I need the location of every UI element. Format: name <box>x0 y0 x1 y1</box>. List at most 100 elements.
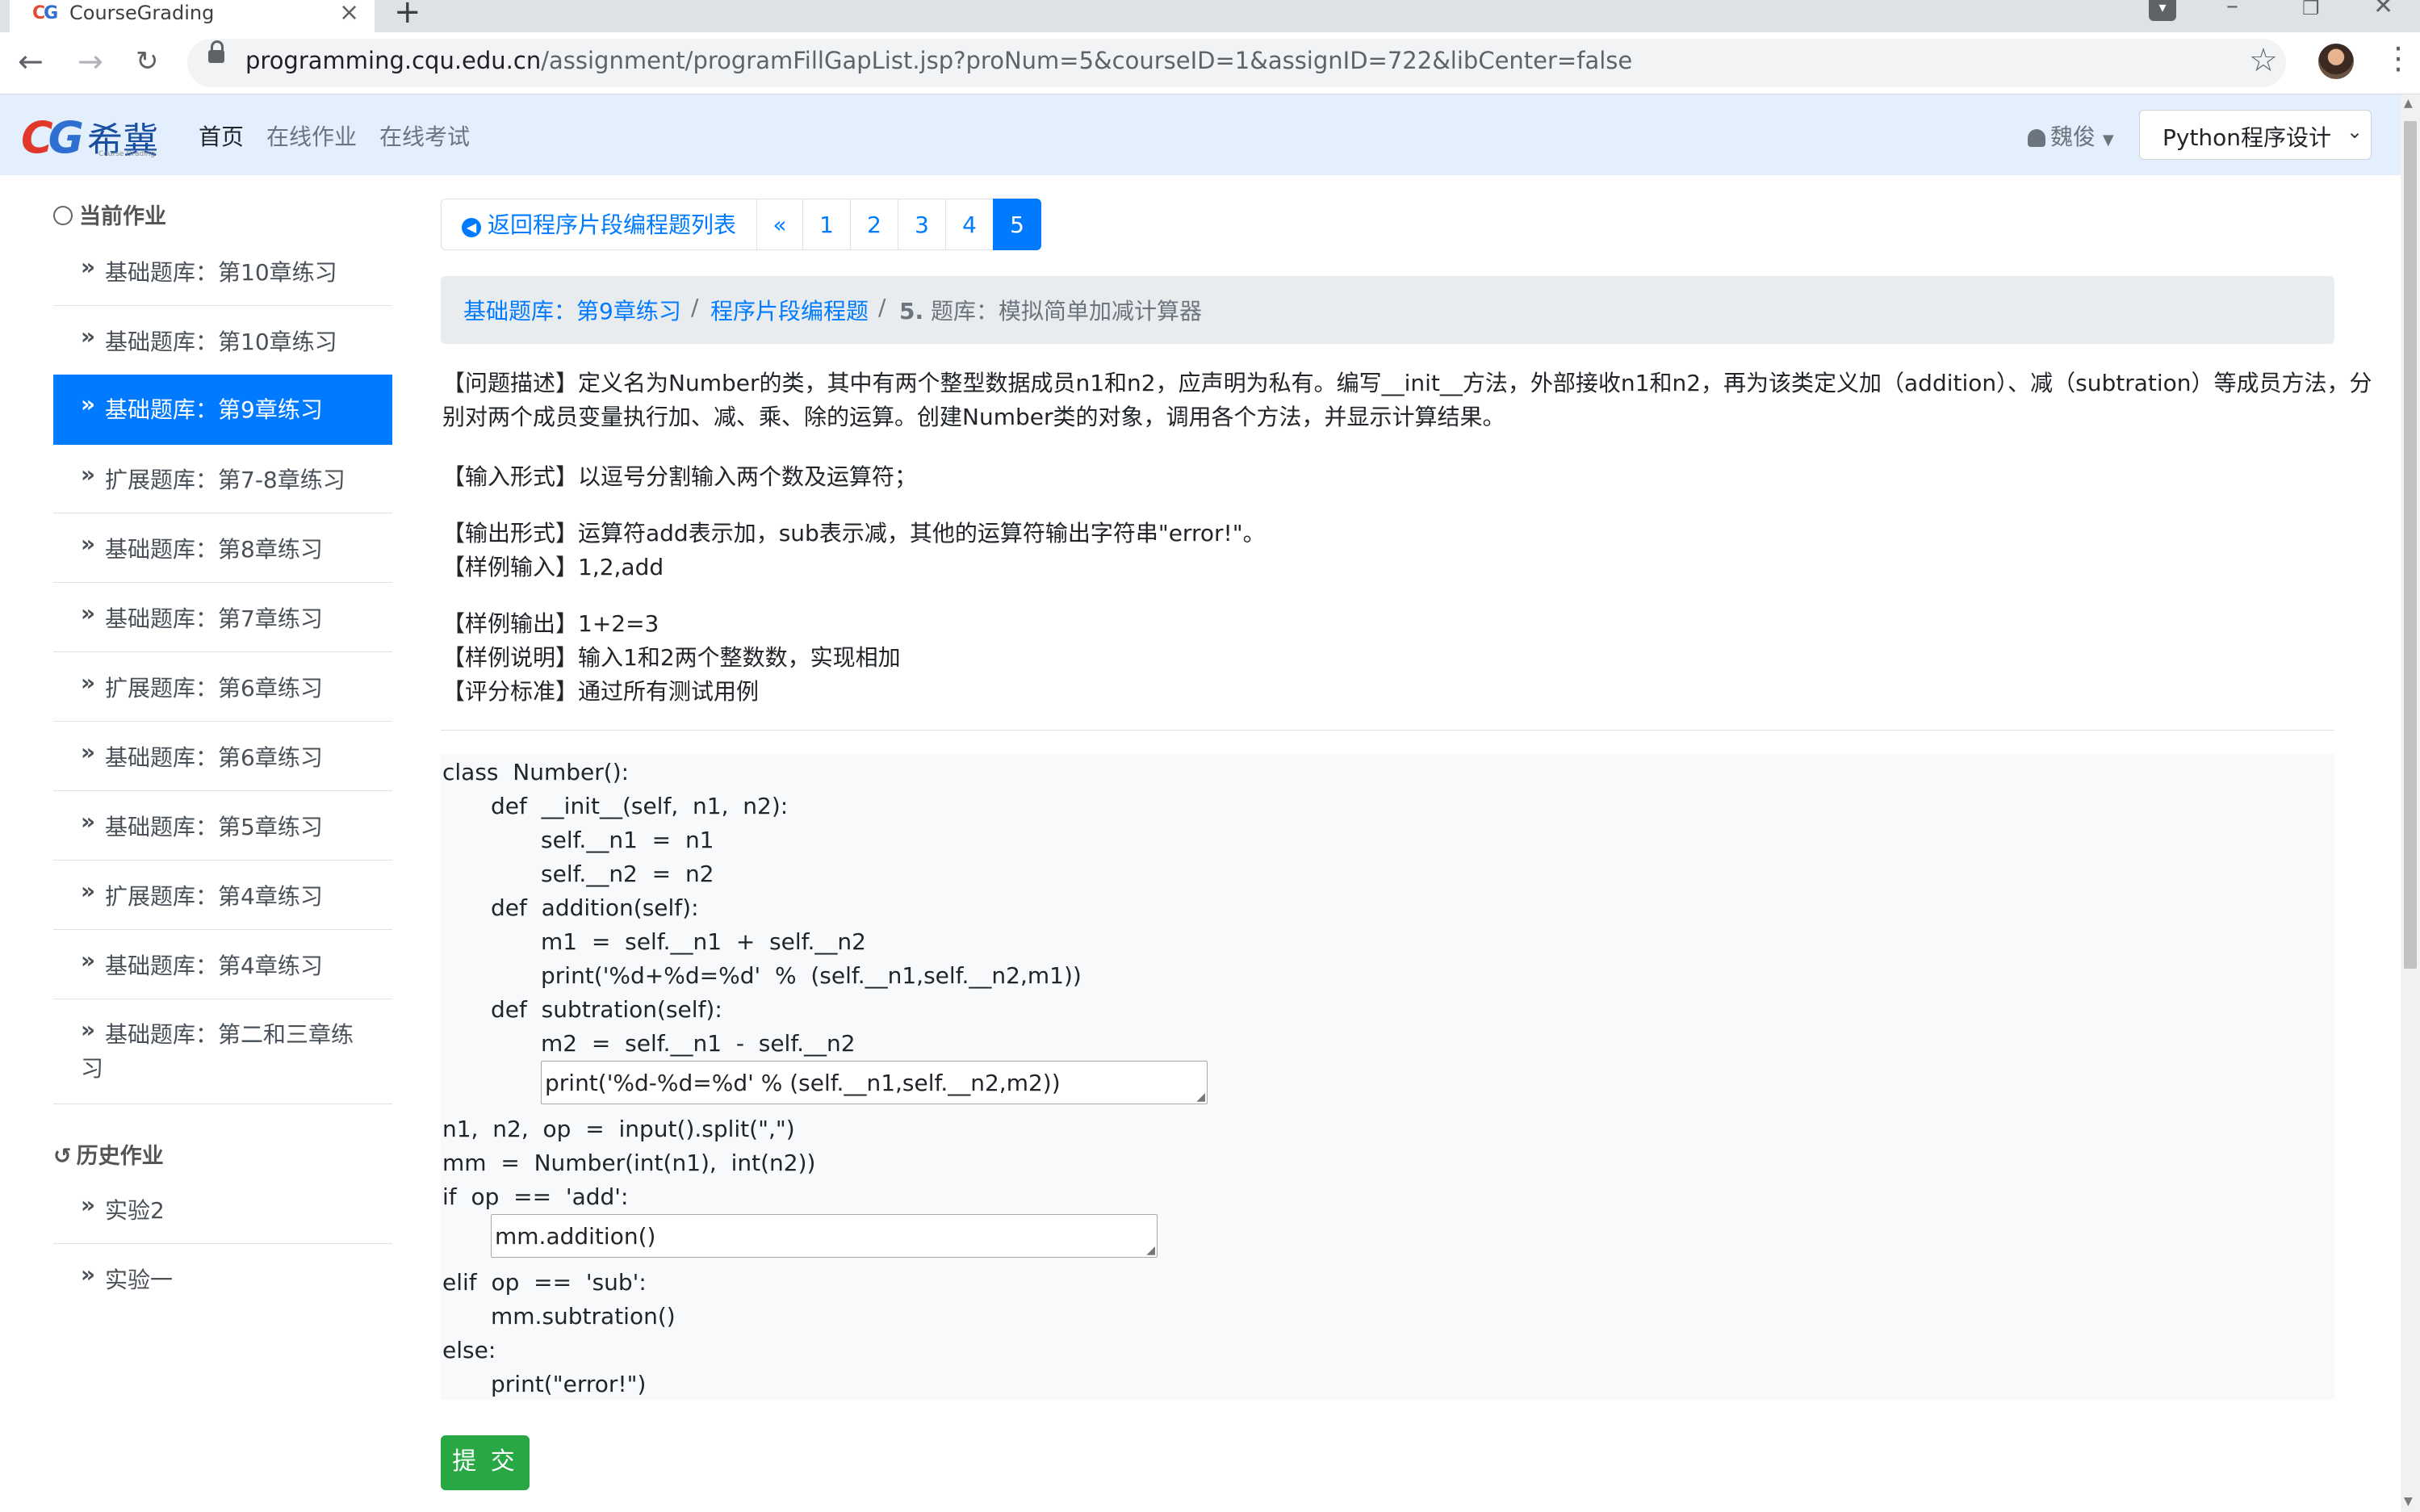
sidebar-item-label: 基础题库：第二和三章练习 <box>81 1021 354 1082</box>
code-line: def __init__(self, n1, n2): <box>491 793 789 819</box>
code-line: print("error!") <box>491 1371 647 1397</box>
sidebar-item[interactable]: » 基础题库：第5章练习 <box>53 792 392 861</box>
sidebar-item-label: 基础题库：第6章练习 <box>105 744 323 771</box>
code-line: def addition(self): <box>491 894 699 921</box>
scroll-up-icon[interactable]: ▲ <box>2404 97 2413 110</box>
url-text[interactable]: programming.cqu.edu.cn/assignment/progra… <box>245 47 1632 74</box>
divider <box>441 730 2334 731</box>
tab-search-icon[interactable]: ▾ <box>2149 0 2176 21</box>
sidebar-history-item[interactable]: » 实验2 <box>53 1175 392 1244</box>
code-line: class Number(): <box>442 759 630 785</box>
problem-description: 【问题描述】定义名为Number的类，其中有两个整型数据成员n1和n2，应声明为… <box>442 370 2372 396</box>
sidebar-item[interactable]: » 基础题库：第7章练习 <box>53 584 392 652</box>
double-chevron-right-icon: » <box>81 669 96 696</box>
sidebar-item-active[interactable]: » 基础题库：第9章练习 <box>53 375 392 445</box>
back-icon[interactable]: ← <box>18 44 44 79</box>
new-tab-button[interactable]: + <box>394 0 421 31</box>
sidebar-item[interactable]: » 基础题库：第10章练习 <box>53 237 392 306</box>
current-heading-label: 当前作业 <box>79 204 166 229</box>
sidebar-item[interactable]: » 基础题库：第4章练习 <box>53 931 392 999</box>
double-chevron-right-icon: » <box>81 1192 96 1218</box>
resize-grip-icon[interactable]: ◢ <box>1146 1245 1155 1256</box>
breadcrumb: 基础题库：第9章练习 / 程序片段编程题 / 5. 题库：模拟简单加减计算器 <box>441 276 2334 344</box>
sidebar-item[interactable]: » 基础题库：第6章练习 <box>53 722 392 791</box>
sidebar-item[interactable]: » 扩展题库：第4章练习 <box>53 861 392 930</box>
code-line: print('%d+%d=%d' % (self.__n1,self.__n2,… <box>541 962 1082 989</box>
nav-home[interactable]: 首页 <box>199 119 244 152</box>
bookmark-star-icon[interactable]: ☆ <box>2249 42 2278 79</box>
window-close-icon[interactable]: ✕ <box>2373 0 2393 20</box>
sidebar-item[interactable]: » 基础题库：第10章练习 <box>53 307 392 375</box>
sidebar-item-label: 基础题库：第4章练习 <box>105 953 323 979</box>
double-chevron-right-icon: » <box>81 739 96 765</box>
sidebar-item[interactable]: » 基础题库：第8章练习 <box>53 514 392 583</box>
page-5-current[interactable]: 5 <box>993 199 1041 250</box>
breadcrumb-section[interactable]: 程序片段编程题 <box>710 294 869 326</box>
course-select[interactable]: Python程序设计 ⌄ <box>2139 110 2372 160</box>
nav-online-exam[interactable]: 在线考试 <box>379 119 470 152</box>
breadcrumb-current-number: 5. <box>899 298 924 325</box>
double-chevron-right-icon: » <box>81 947 96 974</box>
sidebar-item-label: 基础题库：第10章练习 <box>105 259 337 286</box>
fill-gap-value: mm.addition() <box>495 1223 656 1250</box>
breadcrumb-current-title: 题库：模拟简单加减计算器 <box>931 298 1203 325</box>
lock-icon[interactable] <box>208 40 224 63</box>
code-line: elif op == 'sub': <box>442 1269 647 1296</box>
close-tab-icon[interactable]: × <box>339 0 359 27</box>
tab-title: CourseGrading <box>69 2 215 24</box>
minimize-icon[interactable]: – <box>2226 0 2238 20</box>
code-line: m1 = self.__n1 + self.__n2 <box>541 928 866 955</box>
scroll-down-icon[interactable]: ▼ <box>2404 1495 2413 1508</box>
sample-explanation: 【样例说明】输入1和2两个整数数，实现相加 <box>442 644 901 671</box>
double-chevron-right-icon: » <box>81 808 96 835</box>
breadcrumb-assignment[interactable]: 基础题库：第9章练习 <box>463 294 681 326</box>
fill-gap-input-2[interactable]: mm.addition() ◢ <box>491 1214 1158 1258</box>
sidebar-history-item[interactable]: » 实验一 <box>53 1245 392 1313</box>
output-format: 【输出形式】运算符add表示加，sub表示减，其他的运算符输出字符串"error… <box>442 520 1266 547</box>
sample-input: 【样例输入】1,2,add <box>442 554 664 580</box>
double-chevron-right-icon: » <box>81 461 96 488</box>
sidebar-item[interactable]: » 扩展题库：第7-8章练习 <box>53 445 392 513</box>
scrollbar-thumb[interactable] <box>2404 121 2417 969</box>
sidebar-item-label: 基础题库：第10章练习 <box>105 329 337 355</box>
code-line: mm = Number(int(n1), int(n2)) <box>442 1150 816 1176</box>
breadcrumb-current: 5. 题库：模拟简单加减计算器 <box>899 294 1202 326</box>
restore-icon[interactable]: ❐ <box>2302 0 2320 19</box>
page-4[interactable]: 4 <box>945 199 994 250</box>
caret-down-icon: ▼ <box>2102 132 2114 149</box>
favicon-icon: CG <box>32 3 58 23</box>
sidebar-item[interactable]: » 基础题库：第二和三章练习 <box>53 1000 392 1104</box>
page-2[interactable]: 2 <box>850 199 898 250</box>
nav-online-homework[interactable]: 在线作业 <box>266 119 357 152</box>
site-logo[interactable]: CG 希冀 Course Grading <box>21 111 158 163</box>
page-prev[interactable]: « <box>756 199 803 250</box>
browser-menu-icon[interactable]: ⋮ <box>2383 40 2414 76</box>
sample-output: 【样例输出】1+2=3 <box>442 610 659 637</box>
double-chevron-right-icon: » <box>81 600 96 626</box>
browser-tab[interactable]: CG CourseGrading × <box>10 0 375 32</box>
submit-button[interactable]: 提 交 <box>441 1435 530 1490</box>
fill-gap-input-1[interactable]: print('%d-%d=%d' % (self.__n1,self.__n2,… <box>541 1061 1208 1104</box>
page-3[interactable]: 3 <box>898 199 946 250</box>
code-line: def subtration(self): <box>491 996 722 1023</box>
page-1[interactable]: 1 <box>802 199 851 250</box>
course-select-value: Python程序设计 <box>2163 124 2332 151</box>
sidebar-current-heading: 当前作业 <box>53 199 166 230</box>
breadcrumb-separator: / <box>691 294 699 320</box>
sidebar-item[interactable]: » 扩展题库：第6章练习 <box>53 653 392 722</box>
user-menu[interactable]: 魏俊 ▼ <box>2028 119 2114 152</box>
forward-icon[interactable]: → <box>77 44 103 79</box>
profile-avatar[interactable] <box>2318 44 2354 79</box>
code-line: self.__n2 = n2 <box>541 861 714 887</box>
code-line: else: <box>442 1337 496 1363</box>
double-chevron-right-icon: » <box>81 530 96 557</box>
user-icon <box>2028 129 2045 147</box>
code-line: self.__n1 = n1 <box>541 827 714 853</box>
back-to-list-button[interactable]: ◀ 返回程序片段编程题列表 <box>441 199 757 250</box>
reload-icon[interactable]: ↻ <box>136 45 159 77</box>
sidebar-history-heading: ↺ 历史作业 <box>53 1138 164 1170</box>
resize-grip-icon[interactable]: ◢ <box>1196 1091 1205 1103</box>
sidebar-item-label: 扩展题库：第7-8章练习 <box>105 467 345 493</box>
code-line: m2 = self.__n1 - self.__n2 <box>541 1030 856 1057</box>
code-line: n1, n2, op = input().split(",") <box>442 1116 795 1142</box>
